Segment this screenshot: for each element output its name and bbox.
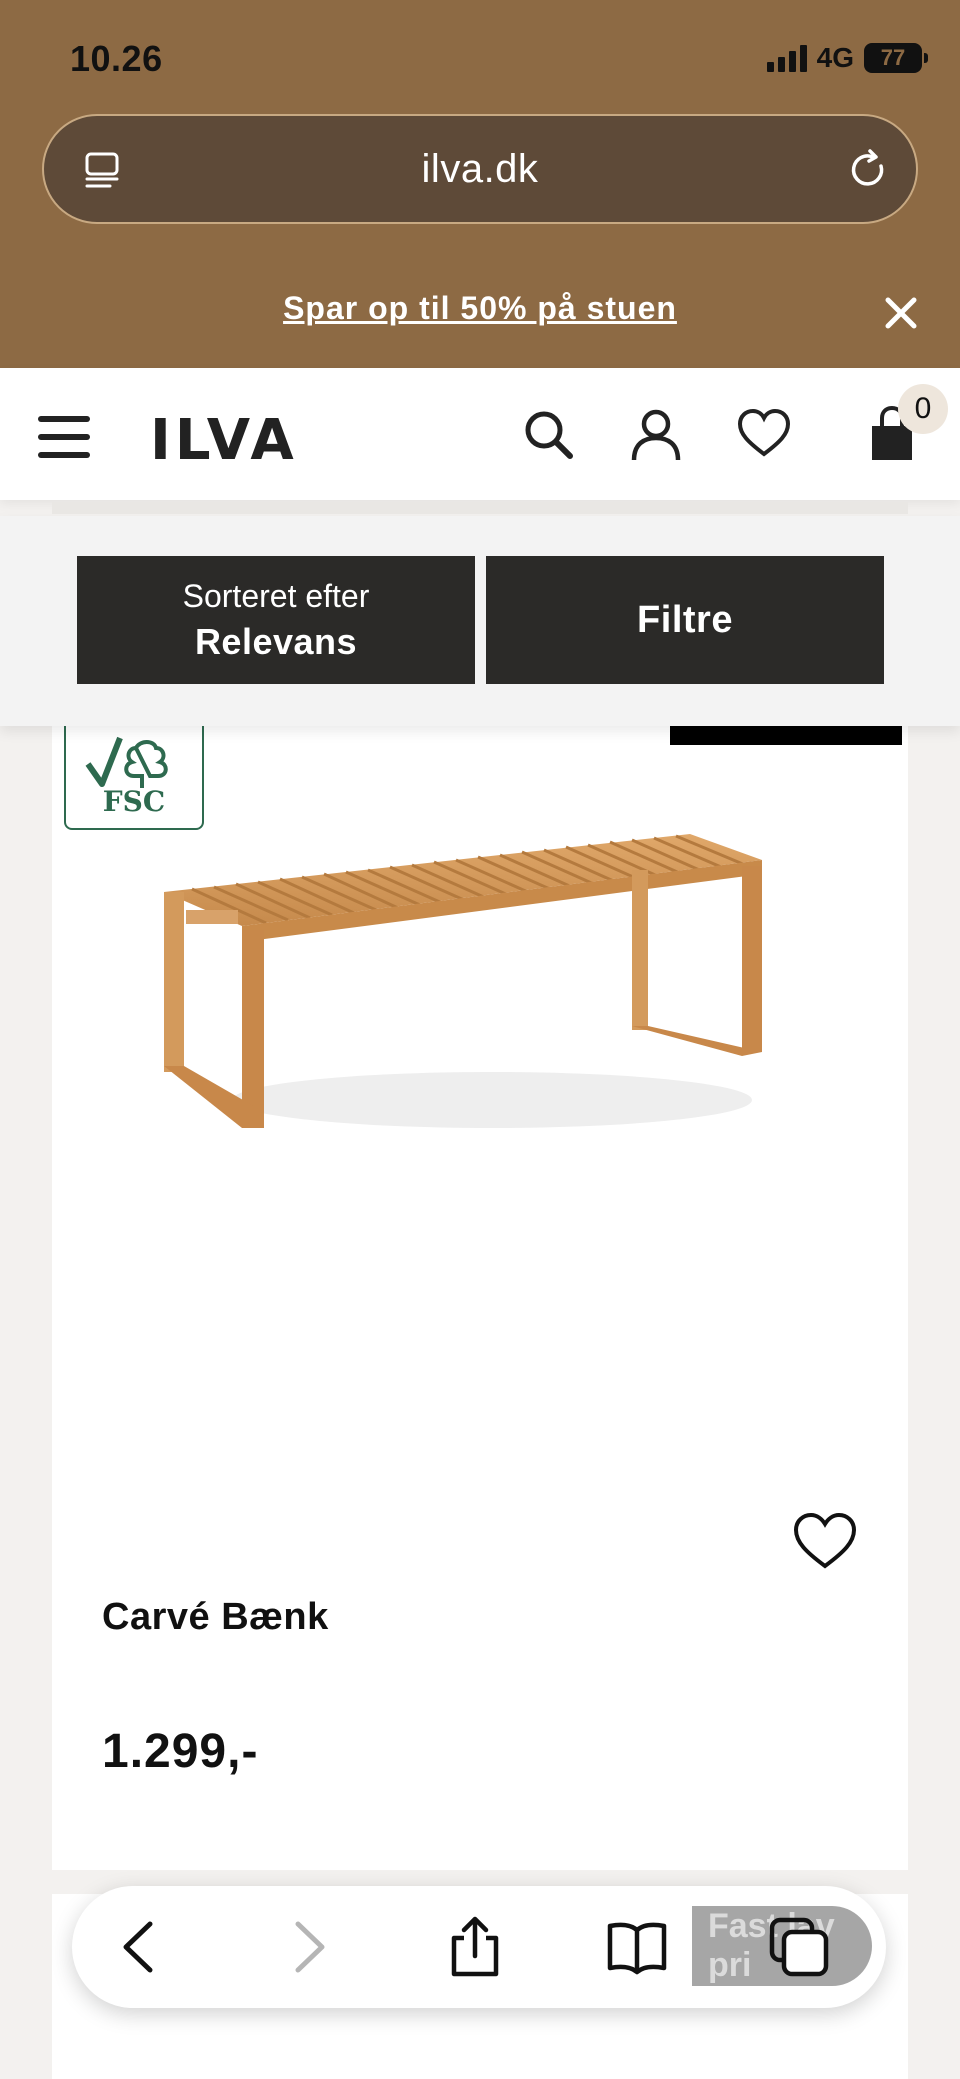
browser-toolbar: Fast lav pri — [72, 1886, 886, 2008]
close-icon[interactable] — [884, 296, 918, 330]
cart-count-badge: 0 — [898, 384, 948, 434]
url-text[interactable]: ilva.dk — [422, 147, 539, 192]
product-name[interactable]: Carvé Bænk — [102, 1596, 329, 1639]
menu-icon[interactable] — [38, 416, 90, 458]
wishlist-icon[interactable] — [736, 406, 792, 462]
status-indicators: 4G 77 — [766, 42, 928, 74]
product-price: 1.299,- — [102, 1725, 259, 1778]
sort-filter-bar: Sorteret efter Relevans Filtre — [0, 502, 960, 726]
account-icon[interactable] — [628, 406, 684, 462]
product-card[interactable]: Fast lav pris FSC — [52, 700, 908, 1870]
share-icon[interactable] — [444, 1916, 506, 1978]
site-header: ILVA 0 — [0, 368, 960, 500]
signal-icon — [766, 44, 807, 72]
product-image[interactable] — [162, 830, 782, 1150]
promo-link[interactable]: Spar op til 50% på stuen — [283, 290, 677, 326]
forward-icon[interactable] — [276, 1916, 338, 1978]
bookmarks-icon[interactable] — [606, 1916, 668, 1978]
search-icon[interactable] — [520, 406, 576, 462]
filter-label: Filtre — [637, 598, 733, 641]
site-logo[interactable]: ILVA — [150, 408, 298, 473]
fsc-badge: FSC — [64, 720, 204, 830]
sort-label: Sorteret efter — [182, 577, 370, 614]
heart-icon[interactable] — [792, 1512, 858, 1572]
filter-button[interactable]: Filtre — [486, 556, 884, 684]
address-bar[interactable]: ilva.dk — [42, 114, 918, 224]
promo-banner: Spar op til 50% på stuen — [0, 290, 960, 330]
tabs-icon[interactable] — [768, 1916, 830, 1978]
fsc-text: FSC — [102, 785, 166, 818]
sort-value: Relevans — [194, 620, 358, 662]
browser-chrome: 10.26 4G 77 ilva.dk Spar op til 50% på s… — [0, 0, 960, 368]
card-edge — [52, 502, 908, 514]
network-type: 4G — [816, 42, 854, 73]
reader-icon[interactable] — [82, 150, 124, 192]
status-time: 10.26 — [70, 38, 163, 79]
battery-icon: 77 — [864, 43, 928, 73]
back-icon[interactable] — [110, 1916, 172, 1978]
reload-icon[interactable] — [844, 146, 892, 194]
sort-button[interactable]: Sorteret efter Relevans — [77, 556, 475, 684]
